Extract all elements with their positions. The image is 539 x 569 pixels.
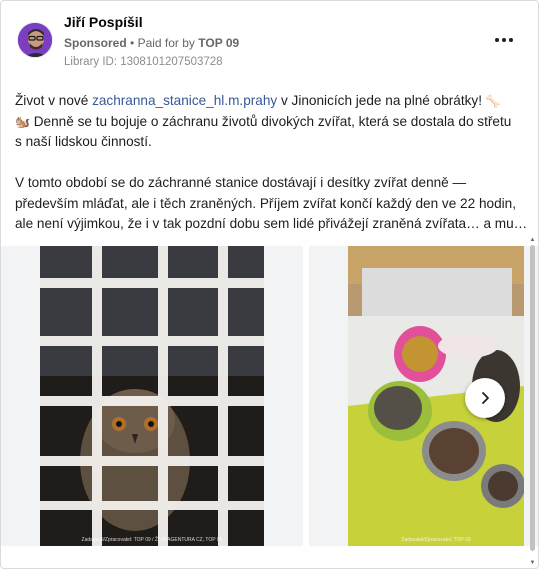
scrollbar[interactable]: ▲ ▼ — [529, 237, 536, 567]
owl-photo: Zadavatel/Zpracovatel: TOP 09 / ŽIVÁ AGE… — [40, 246, 264, 546]
more-options-icon[interactable] — [493, 33, 515, 47]
meta-separator: • — [130, 36, 135, 50]
scroll-down-arrow-icon[interactable]: ▼ — [529, 560, 536, 567]
carousel-slide-1[interactable]: Zadavatel/Zpracovatel: TOP 09 / ŽIVÁ AGE… — [1, 246, 303, 546]
scroll-up-arrow-icon[interactable]: ▲ — [529, 237, 536, 244]
slide-2-caption: Zadavatel/Zpracovatel: TOP 09 — [401, 537, 471, 543]
chevron-right-icon — [482, 392, 489, 404]
post-line-5: především mláďat, ale i těch zraněných. … — [15, 195, 516, 211]
sponsored-line: Sponsored • Paid for by TOP 09 — [64, 36, 239, 50]
paid-prefix: Paid for by — [137, 36, 195, 50]
post-line-3: s naší lidskou činností. — [15, 134, 152, 149]
post-text: Život v nové zachranna_stanice_hl.m.prah… — [15, 91, 530, 235]
post-header: Jiří Pospíšil Sponsored • Paid for by TO… — [1, 1, 538, 79]
scroll-thumb[interactable] — [530, 245, 535, 551]
post-line-blank — [15, 153, 530, 174]
post-line-4: V tomto období se do záchranné stanice d… — [15, 175, 467, 190]
library-id: Library ID: 1308101207503728 — [64, 56, 223, 68]
image-carousel[interactable]: Zadavatel/Zpracovatel: TOP 09 / ŽIVÁ AGE… — [1, 246, 538, 561]
ad-card: Jiří Pospíšil Sponsored • Paid for by TO… — [0, 0, 539, 569]
bone-emoji-icon: 🦴 — [485, 94, 501, 108]
sponsored-label: Sponsored — [64, 36, 127, 50]
paid-by-label[interactable]: TOP 09 — [198, 36, 239, 50]
carousel-next-button[interactable] — [465, 378, 505, 418]
hashtag-link[interactable]: zachranna_stanice_hl.m.prahy — [92, 93, 277, 108]
post-line-2: 🐿️ Denně se tu bojuje o záchranu životů … — [15, 113, 512, 129]
author-name[interactable]: Jiří Pospíšil — [64, 14, 143, 30]
slide-1-caption: Zadavatel/Zpracovatel: TOP 09 / ŽIVÁ AGE… — [81, 537, 223, 543]
post-line-6: ale není výjimkou, že i v tak pozdní dob… — [15, 216, 528, 231]
author-avatar[interactable] — [17, 22, 53, 58]
post-line-1: Život v nové zachranna_stanice_hl.m.prah… — [15, 93, 501, 108]
squirrel-emoji-icon: 🐿️ — [15, 114, 30, 129]
